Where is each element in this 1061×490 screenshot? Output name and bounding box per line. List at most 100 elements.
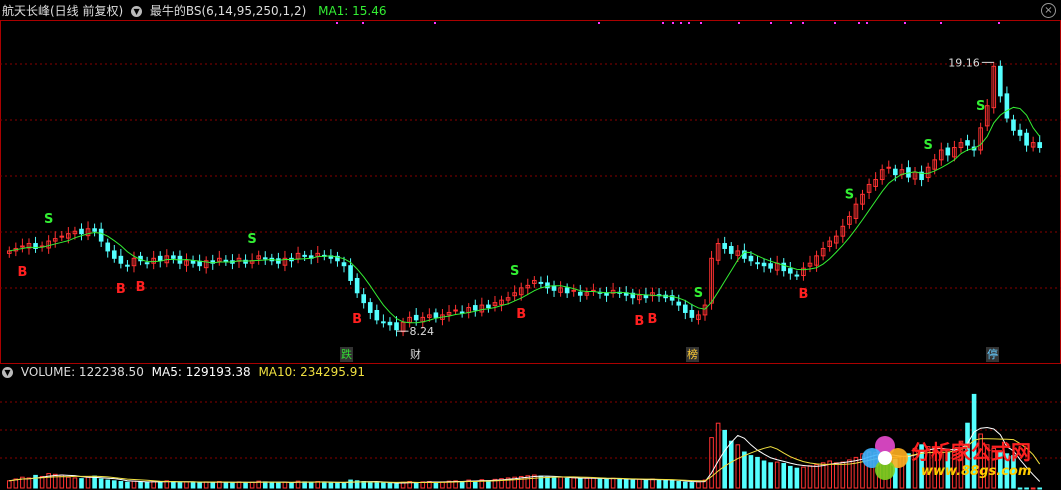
volume-bar	[111, 480, 117, 489]
candle-body	[689, 309, 695, 318]
volume-bar	[1037, 487, 1043, 490]
top-marker-dot	[866, 22, 868, 24]
sell-signal: S	[694, 286, 703, 301]
top-marker-dot	[700, 22, 702, 24]
volume-bar	[335, 482, 340, 489]
volume-bar	[262, 481, 268, 489]
volume-bar	[584, 477, 590, 489]
candle-body	[886, 166, 892, 169]
candle-body	[768, 263, 773, 269]
volume-bar	[138, 481, 143, 489]
candle-body	[761, 262, 767, 267]
candle-body	[1004, 93, 1010, 119]
candle-body	[387, 321, 393, 326]
candle-body	[472, 305, 478, 311]
volume-bar	[276, 482, 281, 489]
candle-body	[354, 277, 360, 294]
volume-bar	[814, 464, 819, 489]
volume-bar	[249, 481, 255, 489]
candle-body	[965, 140, 970, 146]
volume-bar	[827, 460, 832, 489]
candle-body	[157, 255, 163, 262]
event-marker-die[interactable]: 跌	[340, 347, 353, 362]
volume-bar	[682, 481, 688, 489]
event-marker-ting[interactable]: 停	[986, 347, 999, 362]
volume-bar	[26, 477, 32, 489]
buy-signal: B	[798, 287, 808, 302]
volume-bar	[230, 482, 235, 489]
candle-body	[545, 282, 550, 289]
volume-header: ▼ VOLUME: 122238.50 MA5: 129193.38 MA10:…	[2, 364, 365, 380]
volume-bar	[564, 477, 570, 489]
top-marker-dot	[904, 22, 906, 24]
top-marker-dot	[998, 22, 1000, 24]
close-icon[interactable]: ×	[1041, 3, 1056, 18]
event-marker-cai[interactable]: 财	[409, 347, 422, 362]
top-marker-dot	[434, 22, 436, 24]
top-marker-dot	[662, 22, 664, 24]
candle-body	[413, 314, 419, 321]
chevron-down-icon[interactable]: ▼	[131, 6, 143, 17]
volume-bar	[85, 476, 91, 489]
volume-bar	[650, 478, 655, 489]
top-marker-dot	[770, 22, 772, 24]
price-header: 航天长峰(日线 前复权) ▼ 最牛的BS(6,14,95,250,1,2) MA…	[2, 3, 387, 19]
volume-value: VOLUME: 122238.50	[20, 365, 144, 379]
volume-bar	[118, 481, 124, 489]
event-marker-bang[interactable]: 榜	[686, 347, 699, 362]
candle-body	[755, 262, 760, 265]
buy-signal: B	[352, 312, 362, 327]
volume-bar	[1030, 487, 1036, 490]
volume-bar	[374, 482, 380, 489]
volume-bar	[105, 479, 111, 489]
volume-bar	[367, 481, 373, 489]
volume-bar	[656, 479, 662, 489]
volume-bar	[781, 463, 787, 489]
ma1-value: MA1: 15.46	[318, 4, 387, 18]
volume-bar	[551, 477, 557, 489]
candle-body	[893, 168, 898, 176]
candle-body	[262, 257, 268, 260]
volume-bar	[788, 465, 793, 489]
price-panel-border	[0, 20, 1061, 364]
candle-body	[1017, 129, 1023, 136]
volume-bar	[131, 480, 137, 489]
candle-body	[302, 254, 307, 257]
candle-body	[998, 65, 1003, 97]
volume-bar	[696, 481, 701, 489]
volume-bar	[755, 456, 760, 489]
chevron-down-icon[interactable]: ▼	[2, 367, 13, 378]
indicator-title: 最牛的BS(6,14,95,250,1,2)	[149, 4, 307, 18]
volume-bar	[545, 476, 550, 489]
candle-body	[367, 302, 373, 313]
candle-body	[98, 228, 104, 242]
candle-body	[571, 289, 577, 292]
buy-signal: B	[516, 307, 526, 322]
top-marker-dot	[598, 22, 600, 24]
candle-body	[374, 309, 380, 321]
candle-body	[682, 304, 688, 313]
volume-bar	[591, 477, 596, 489]
volume-bar	[269, 482, 275, 489]
volume-bar	[72, 477, 78, 489]
candle-body	[722, 243, 727, 249]
candle-body	[453, 309, 458, 312]
volume-bar	[604, 478, 609, 489]
volume-bar	[833, 462, 839, 489]
buy-signal: B	[116, 282, 126, 297]
sell-signal: S	[923, 138, 932, 153]
candle-body	[125, 264, 130, 267]
volume-bar	[735, 444, 741, 489]
volume-bar	[157, 481, 163, 489]
volume-bar	[571, 477, 577, 489]
volume-bar	[1024, 487, 1029, 490]
volume-bar	[381, 482, 386, 489]
top-marker-dot	[738, 22, 740, 24]
candle-body	[945, 147, 951, 156]
volume-bar	[617, 478, 622, 489]
top-marker-dot	[362, 22, 364, 24]
volume-bar	[243, 482, 248, 489]
buy-signal: B	[136, 280, 146, 295]
candle-body	[59, 235, 65, 238]
top-marker-dot	[834, 22, 836, 24]
